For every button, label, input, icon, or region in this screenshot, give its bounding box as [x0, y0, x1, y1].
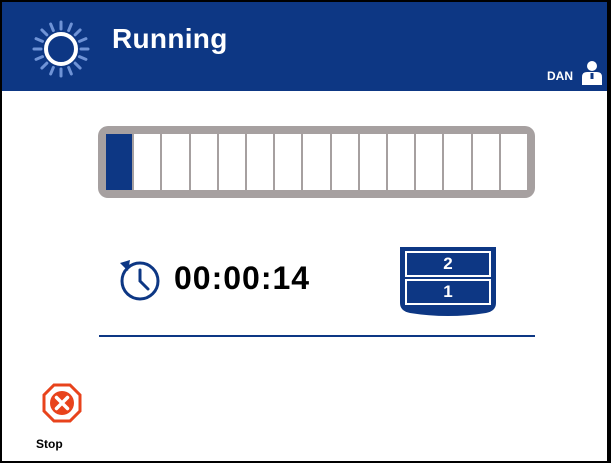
progress-segment: [472, 134, 501, 190]
tray-status: 2 1: [398, 245, 498, 317]
clock-icon: [120, 260, 160, 301]
spinner-ray: [49, 22, 55, 33]
progress-segment: [444, 134, 473, 190]
stop-label: Stop: [36, 437, 63, 451]
spinner-ray: [40, 28, 49, 37]
progress-segment: [106, 134, 135, 190]
progress-segment: [218, 134, 248, 190]
tray-label-bottom: 1: [443, 282, 453, 301]
spinner-ray: [73, 61, 82, 70]
progress-track: [106, 134, 528, 190]
progress-segment: [500, 134, 528, 190]
spinner-ray: [67, 65, 73, 76]
progress-segment: [359, 134, 389, 190]
spinner-ray: [77, 55, 88, 61]
progress-segment: [162, 134, 191, 190]
spinner-ray: [67, 22, 73, 33]
elapsed-time: 00:00:14: [174, 260, 311, 296]
user-icon: [582, 61, 602, 85]
progress-segment: [331, 134, 360, 190]
spinner-ray: [40, 61, 49, 70]
progress-segment: [416, 134, 445, 190]
tray-label-top: 2: [443, 254, 453, 273]
user-name: DAN: [547, 69, 573, 83]
app-window: Running DAN 00:00:14 2 1 Stop: [0, 0, 611, 463]
spinner-ray: [77, 37, 88, 43]
spinner-ray: [34, 37, 45, 43]
page-title: Running: [112, 23, 228, 54]
divider: [99, 335, 535, 337]
progress-segment: [275, 134, 304, 190]
stop-button[interactable]: Stop: [36, 383, 82, 453]
close-icon: [42, 383, 82, 423]
progress-segment: [134, 134, 163, 190]
spinner-ray: [73, 28, 82, 37]
progress-segment: [190, 134, 219, 190]
progress-segment: [247, 134, 276, 190]
progress-segment: [388, 134, 417, 190]
progress-bar: [98, 126, 535, 198]
header-bar: Running DAN: [2, 2, 607, 91]
progress-segment: [303, 134, 332, 190]
spinner-ray: [34, 55, 45, 61]
spinner-ray: [49, 65, 55, 76]
spinner-icon: [32, 20, 90, 78]
